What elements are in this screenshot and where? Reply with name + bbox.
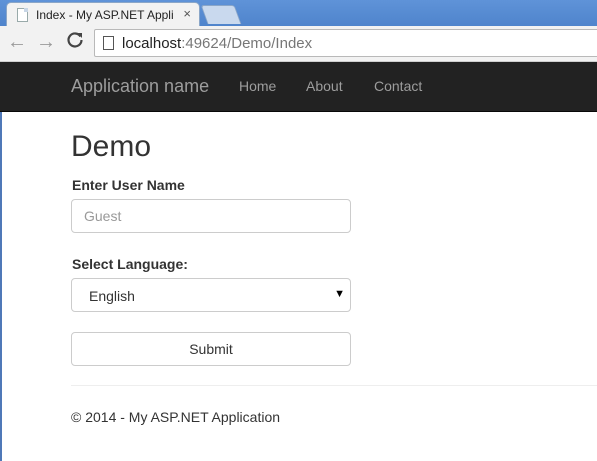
url-text[interactable]: localhost:49624/Demo/Index xyxy=(122,35,312,52)
address-bar[interactable]: localhost:49624/Demo/Index xyxy=(94,29,597,57)
nav-link-contact[interactable]: Contact xyxy=(374,78,422,94)
page-favicon-icon xyxy=(17,8,28,22)
language-select[interactable]: English ▼ xyxy=(71,278,351,312)
nav-link-about[interactable]: About xyxy=(306,78,343,94)
tab-title: Index - My ASP.NET Appli xyxy=(36,8,174,22)
submit-button[interactable]: Submit xyxy=(71,332,351,366)
url-path: :49624/Demo/Index xyxy=(181,35,313,52)
back-arrow-icon[interactable]: ← xyxy=(7,31,27,54)
site-navbar: Application name Home About Contact xyxy=(0,62,597,112)
browser-tabstrip: Index - My ASP.NET Appli × xyxy=(0,0,597,28)
navbar-brand[interactable]: Application name xyxy=(71,76,209,97)
reload-glyph-icon xyxy=(67,32,83,48)
page-title: Demo xyxy=(71,130,152,163)
page-icon xyxy=(103,36,114,50)
footer-text: © 2014 - My ASP.NET Application xyxy=(71,409,281,425)
browser-tab[interactable]: Index - My ASP.NET Appli × xyxy=(6,2,200,28)
dropdown-arrow-icon: ▼ xyxy=(334,288,345,300)
url-host: localhost xyxy=(122,35,182,52)
reload-icon[interactable] xyxy=(66,31,84,55)
browser-toolbar: ← → localhost:49624/Demo/Index xyxy=(0,26,597,62)
forward-arrow-icon[interactable]: → xyxy=(36,31,56,54)
nav-link-home[interactable]: Home xyxy=(239,78,276,94)
new-tab-button[interactable] xyxy=(200,5,242,24)
divider xyxy=(71,385,597,386)
language-label: Select Language: xyxy=(72,256,188,272)
window-edge xyxy=(0,112,2,461)
username-input[interactable] xyxy=(71,199,351,233)
close-tab-icon[interactable]: × xyxy=(183,6,191,21)
username-label: Enter User Name xyxy=(72,177,185,193)
language-selected-value: English xyxy=(89,288,135,304)
